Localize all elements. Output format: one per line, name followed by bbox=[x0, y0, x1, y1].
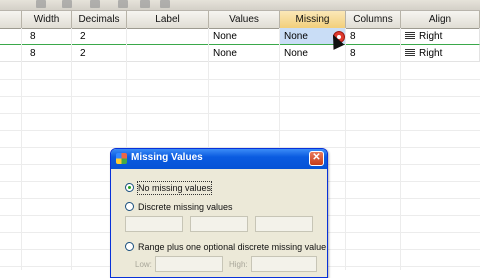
close-button[interactable]: ✕ bbox=[309, 151, 324, 166]
grid-line bbox=[400, 28, 401, 270]
toolbar-icon[interactable] bbox=[36, 0, 46, 8]
columns-cell[interactable]: 8 bbox=[346, 28, 401, 45]
empty-row[interactable] bbox=[0, 62, 480, 80]
radio-label: No missing values bbox=[136, 181, 213, 195]
toolbar bbox=[0, 0, 480, 11]
row-header-corner bbox=[0, 11, 22, 28]
empty-row[interactable] bbox=[0, 113, 480, 131]
row-number-cell[interactable] bbox=[0, 28, 22, 45]
table-row: 8 2 None None 8 Right bbox=[0, 28, 480, 45]
range-low-label: Low: bbox=[135, 260, 152, 269]
radio-range[interactable] bbox=[125, 242, 134, 251]
column-header-width[interactable]: Width bbox=[22, 11, 72, 28]
values-cell[interactable]: None bbox=[209, 28, 280, 45]
range-high-label: High: bbox=[229, 260, 248, 269]
toolbar-icon[interactable] bbox=[62, 0, 72, 8]
toolbar-icon[interactable] bbox=[160, 0, 170, 8]
discrete-value-2-input[interactable] bbox=[190, 216, 248, 232]
width-cell[interactable]: 8 bbox=[22, 45, 72, 62]
radio-label: Range plus one optional discrete missing… bbox=[138, 242, 327, 252]
grid-line bbox=[71, 28, 72, 270]
column-header-align[interactable]: Align bbox=[401, 11, 480, 28]
discrete-value-1-input[interactable] bbox=[125, 216, 183, 232]
empty-row[interactable] bbox=[0, 130, 480, 148]
grid-line bbox=[345, 28, 346, 270]
decimals-cell[interactable]: 2 bbox=[72, 45, 127, 62]
dialog-titlebar[interactable]: Missing Values ✕ bbox=[111, 149, 327, 169]
decimals-cell[interactable]: 2 bbox=[72, 28, 127, 45]
align-cell[interactable]: Right bbox=[401, 45, 480, 62]
align-value: Right bbox=[419, 48, 443, 59]
column-header-label[interactable]: Label bbox=[127, 11, 209, 28]
toolbar-icon[interactable] bbox=[90, 0, 100, 8]
radio-discrete[interactable] bbox=[125, 202, 134, 211]
columns-cell[interactable]: 8 bbox=[346, 45, 401, 62]
column-header-values[interactable]: Values bbox=[209, 11, 280, 28]
dialog-title: Missing Values bbox=[131, 152, 203, 163]
radio-label: Discrete missing values bbox=[138, 202, 233, 212]
label-cell[interactable] bbox=[127, 28, 209, 45]
table-row: 8 2 None None 8 Right bbox=[0, 45, 480, 62]
empty-row[interactable] bbox=[0, 79, 480, 97]
grid-line bbox=[21, 28, 22, 270]
empty-row[interactable] bbox=[0, 96, 480, 114]
missing-values-dialog: Missing Values ✕ No missing values Discr… bbox=[110, 148, 328, 278]
column-header-decimals[interactable]: Decimals bbox=[72, 11, 127, 28]
align-right-icon bbox=[405, 49, 415, 58]
column-header-missing[interactable]: Missing bbox=[280, 11, 346, 28]
align-right-icon bbox=[405, 32, 415, 41]
discrete-value-3-input[interactable] bbox=[255, 216, 313, 232]
width-cell[interactable]: 8 bbox=[22, 28, 72, 45]
column-header-columns[interactable]: Columns bbox=[346, 11, 401, 28]
align-cell[interactable]: Right bbox=[401, 28, 480, 45]
values-cell[interactable]: None bbox=[209, 45, 280, 62]
align-value: Right bbox=[419, 31, 443, 42]
toolbar-icon[interactable] bbox=[140, 0, 150, 8]
radio-no-missing[interactable] bbox=[125, 183, 134, 192]
label-cell[interactable] bbox=[127, 45, 209, 62]
grid-header: Width Decimals Label Values Missing Colu… bbox=[0, 11, 480, 29]
app-icon bbox=[116, 153, 127, 164]
toolbar-icon[interactable] bbox=[118, 0, 128, 8]
row-number-cell[interactable] bbox=[0, 45, 22, 62]
